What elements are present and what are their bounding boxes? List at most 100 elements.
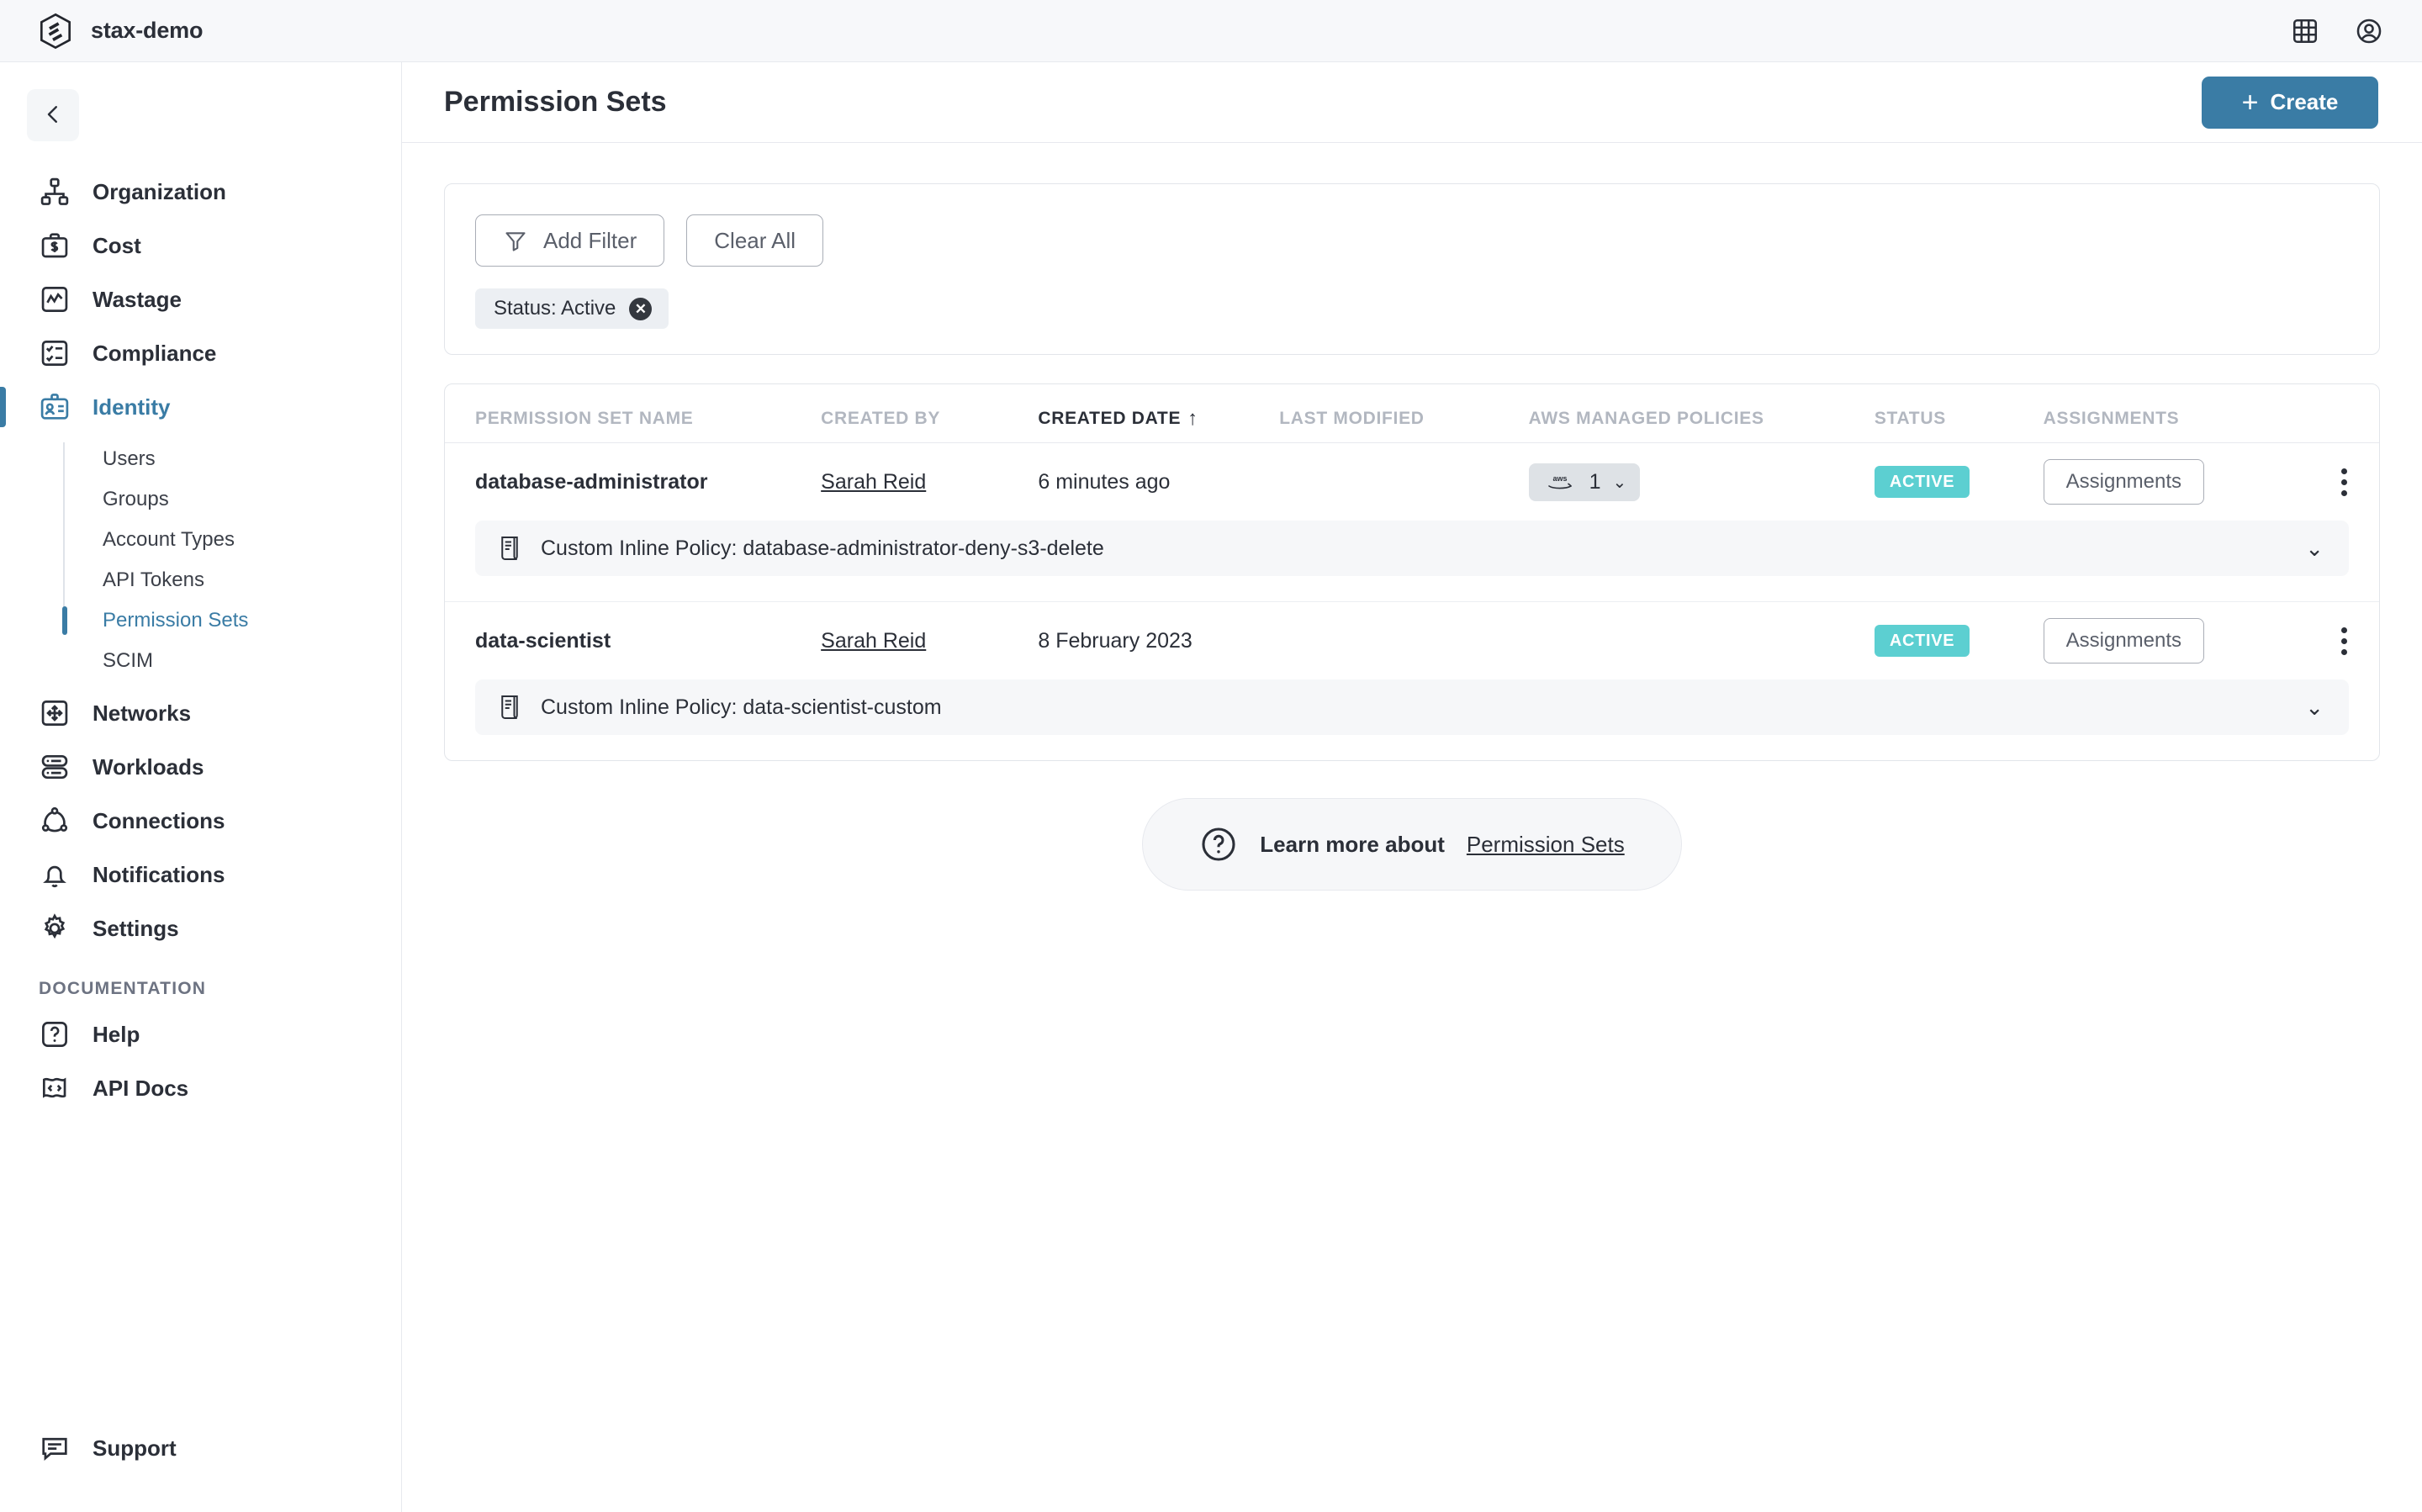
- subnav-label: API Tokens: [103, 568, 204, 591]
- close-circle-icon[interactable]: ✕: [629, 297, 653, 320]
- sidebar-item-notifications[interactable]: Notifications: [0, 848, 402, 901]
- subnav-label: Permission Sets: [103, 609, 249, 632]
- sidebar-item-cost[interactable]: Cost: [0, 219, 402, 272]
- sidebar-item-users[interactable]: Users: [63, 439, 402, 479]
- user-account-icon[interactable]: [2355, 17, 2383, 45]
- clear-all-label: Clear All: [714, 227, 796, 253]
- assignments-button[interactable]: Assignments: [2043, 618, 2205, 663]
- subnav-label: SCIM: [103, 649, 153, 672]
- briefcase-dollar-icon: [39, 230, 71, 262]
- page-title: Permission Sets: [444, 86, 667, 118]
- create-button[interactable]: + Create: [2202, 76, 2378, 129]
- filter-chip-status: Status: Active ✕: [475, 288, 669, 329]
- sidebar-item-wastage[interactable]: Wastage: [0, 272, 402, 326]
- column-header-assignments[interactable]: ASSIGNMENTS: [2044, 409, 2301, 429]
- learn-more-text: Learn more about: [1260, 831, 1445, 857]
- chevron-left-icon: [40, 102, 66, 130]
- assignments-button[interactable]: Assignments: [2043, 459, 2205, 505]
- add-filter-button[interactable]: Add Filter: [475, 214, 665, 267]
- table-row[interactable]: database-administrator Sarah Reid 6 minu…: [445, 443, 2379, 521]
- sidebar-item-support[interactable]: Support: [0, 1421, 402, 1475]
- sidebar-item-scim[interactable]: SCIM: [63, 641, 402, 681]
- column-header-label: ASSIGNMENTS: [2043, 409, 2180, 428]
- policy-scroll-icon: [497, 693, 522, 722]
- main-content: Permission Sets + Create Add Filter Clea…: [402, 62, 2422, 1512]
- cell-assignments: Assignments: [2043, 618, 2301, 663]
- filter-button-row: Add Filter Clear All: [475, 214, 2349, 267]
- checklist-box-icon: [39, 337, 71, 369]
- chevron-down-icon: ⌄: [1612, 473, 1627, 492]
- table-row[interactable]: data-scientist Sarah Reid 8 February 202…: [445, 602, 2379, 679]
- inline-policy-row[interactable]: Custom Inline Policy: database-administr…: [475, 521, 2349, 576]
- topbar-actions: [2291, 17, 2383, 45]
- learn-more-link[interactable]: Permission Sets: [1467, 832, 1625, 858]
- plus-icon: +: [2241, 86, 2259, 119]
- more-vertical-icon[interactable]: [2340, 626, 2349, 655]
- sidebar-item-support-wrapper: Support: [0, 1421, 402, 1475]
- subnav-label: Account Types: [103, 528, 235, 551]
- arrow-up-icon: ↑: [1187, 407, 1198, 430]
- created-by-link[interactable]: Sarah Reid: [821, 629, 926, 653]
- sidebar-item-api-tokens[interactable]: API Tokens: [63, 560, 402, 600]
- aws-policy-count: 1: [1589, 469, 1601, 494]
- content-area: Add Filter Clear All Status: Active ✕ PE…: [402, 143, 2422, 891]
- chevron-down-icon[interactable]: ⌄: [2305, 536, 2324, 562]
- cell-aws-managed-policies: aws 1 ⌄: [1528, 463, 1875, 501]
- brand[interactable]: stax-demo: [39, 13, 203, 50]
- more-vertical-icon[interactable]: [2340, 468, 2349, 496]
- sidebar-collapse-button[interactable]: [27, 89, 79, 141]
- sidebar-item-label: Connections: [93, 807, 225, 833]
- sidebar-item-label: Compliance: [93, 340, 217, 366]
- column-header-last-modified[interactable]: LAST MODIFIED: [1279, 409, 1528, 429]
- cell-assignments: Assignments: [2043, 459, 2301, 505]
- cell-status: ACTIVE: [1874, 466, 2044, 498]
- page-header: Permission Sets + Create: [402, 62, 2422, 143]
- sidebar-item-groups[interactable]: Groups: [63, 479, 402, 520]
- sidebar-item-label: Wastage: [93, 286, 182, 312]
- nodes-connection-icon: [39, 805, 71, 837]
- cell-created-by: Sarah Reid: [821, 470, 1038, 494]
- column-header-permission-set-name[interactable]: PERMISSION SET NAME: [475, 409, 821, 429]
- sidebar-item-workloads[interactable]: Workloads: [0, 740, 402, 794]
- sidebar-item-compliance[interactable]: Compliance: [0, 326, 402, 380]
- column-header-status[interactable]: STATUS: [1875, 409, 2044, 429]
- sidebar-nav: Organization Cost Wastage Compliance Ide…: [0, 165, 402, 1115]
- sidebar-item-account-types[interactable]: Account Types: [63, 520, 402, 560]
- sidebar-item-api-docs[interactable]: API Docs: [0, 1061, 402, 1115]
- sidebar-item-label: Notifications: [93, 861, 225, 887]
- column-header-label: LAST MODIFIED: [1279, 409, 1425, 428]
- grid-apps-icon[interactable]: [2291, 17, 2319, 45]
- add-filter-label: Add Filter: [543, 227, 637, 253]
- sidebar-item-identity[interactable]: Identity: [0, 380, 402, 434]
- cell-permission-set-name: data-scientist: [475, 628, 611, 653]
- learn-more-card[interactable]: Learn more about Permission Sets: [1142, 798, 1682, 891]
- sidebar-item-permission-sets[interactable]: Permission Sets: [62, 600, 402, 641]
- chevron-down-icon[interactable]: ⌄: [2305, 695, 2324, 721]
- sidebar-item-networks[interactable]: Networks: [0, 686, 402, 740]
- active-filter-chips: Status: Active ✕: [475, 288, 2349, 329]
- column-header-aws-managed-policies[interactable]: AWS MANAGED POLICIES: [1529, 409, 1875, 429]
- bell-icon: [39, 859, 71, 891]
- aws-policies-badge[interactable]: aws 1 ⌄: [1528, 463, 1641, 501]
- sidebar-item-label: Identity: [93, 394, 171, 420]
- filter-chip-label: Status: Active: [494, 297, 616, 320]
- column-header-created-by[interactable]: CREATED BY: [821, 409, 1038, 429]
- status-badge: ACTIVE: [1874, 466, 1970, 498]
- chart-line-box-icon: [39, 283, 71, 315]
- id-card-icon: [39, 391, 71, 423]
- sidebar-item-settings[interactable]: Settings: [0, 901, 402, 955]
- column-header-label: PERMISSION SET NAME: [475, 409, 694, 428]
- clear-all-button[interactable]: Clear All: [686, 214, 824, 267]
- sidebar-item-label: Cost: [93, 232, 141, 258]
- sidebar-item-label: Support: [93, 1435, 177, 1461]
- top-bar: stax-demo: [0, 0, 2422, 62]
- sidebar-item-label: Networks: [93, 700, 192, 726]
- column-header-created-date[interactable]: CREATED DATE ↑: [1038, 409, 1279, 429]
- sidebar-item-connections[interactable]: Connections: [0, 794, 402, 848]
- sidebar-item-help[interactable]: Help: [0, 1007, 402, 1061]
- cell-permission-set-name: database-administrator: [475, 469, 708, 494]
- created-by-link[interactable]: Sarah Reid: [821, 470, 926, 494]
- inline-policy-row[interactable]: Custom Inline Policy: data-scientist-cus…: [475, 679, 2349, 735]
- sidebar-item-label: Organization: [93, 178, 226, 204]
- sidebar-item-organization[interactable]: Organization: [0, 165, 402, 219]
